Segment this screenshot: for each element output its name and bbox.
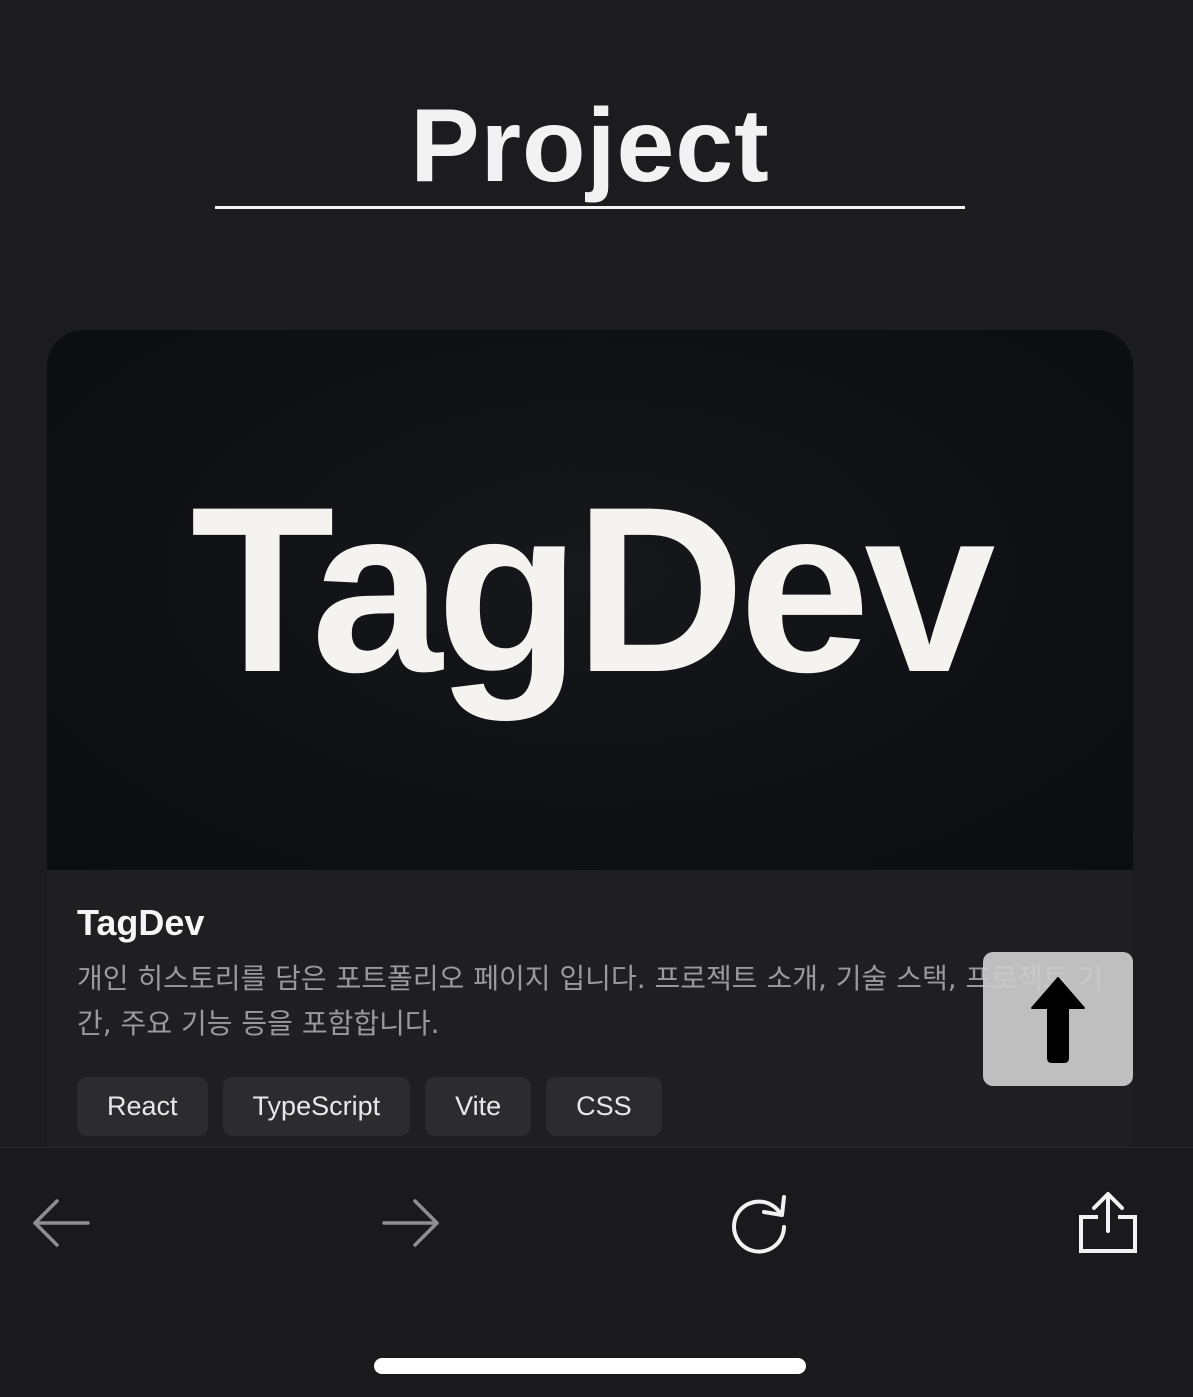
page: Project TagDev TagDev 개인 히스토리를 담은 포트폴리오 …: [0, 0, 1193, 1397]
project-title: TagDev: [77, 902, 205, 943]
tag-react: React: [77, 1077, 208, 1136]
tag-css: CSS: [546, 1077, 662, 1136]
share-icon: [1079, 1192, 1137, 1253]
tag-typescript: TypeScript: [222, 1077, 411, 1136]
reload-icon: [732, 1195, 786, 1254]
arrow-left-icon: [33, 1199, 90, 1247]
project-thumbnail[interactable]: TagDev: [47, 330, 1133, 870]
share-button[interactable]: [1068, 1188, 1148, 1258]
arrow-right-icon: [382, 1199, 439, 1247]
project-description: 개인 히스토리를 담은 포트폴리오 페이지 입니다. 프로젝트 소개, 기술 스…: [77, 962, 1104, 1040]
forward-button[interactable]: [371, 1188, 451, 1258]
home-indicator[interactable]: [374, 1358, 806, 1374]
reload-button[interactable]: [720, 1188, 800, 1258]
section-header: Project: [215, 90, 965, 210]
section-title-underline: [215, 206, 965, 209]
tech-stack-tags: React TypeScript Vite CSS: [77, 1077, 662, 1136]
project-thumbnail-logo-text: TagDev: [190, 458, 996, 722]
tag-vite: Vite: [425, 1077, 532, 1136]
section-title: Project: [410, 88, 770, 204]
arrow-up-icon: [1031, 977, 1085, 1063]
project-card[interactable]: TagDev TagDev 개인 히스토리를 담은 포트폴리오 페이지 입니다.…: [47, 330, 1133, 1160]
browser-toolbar: [0, 1147, 1193, 1397]
back-button[interactable]: [21, 1188, 101, 1258]
scroll-to-top-button[interactable]: [983, 952, 1133, 1086]
